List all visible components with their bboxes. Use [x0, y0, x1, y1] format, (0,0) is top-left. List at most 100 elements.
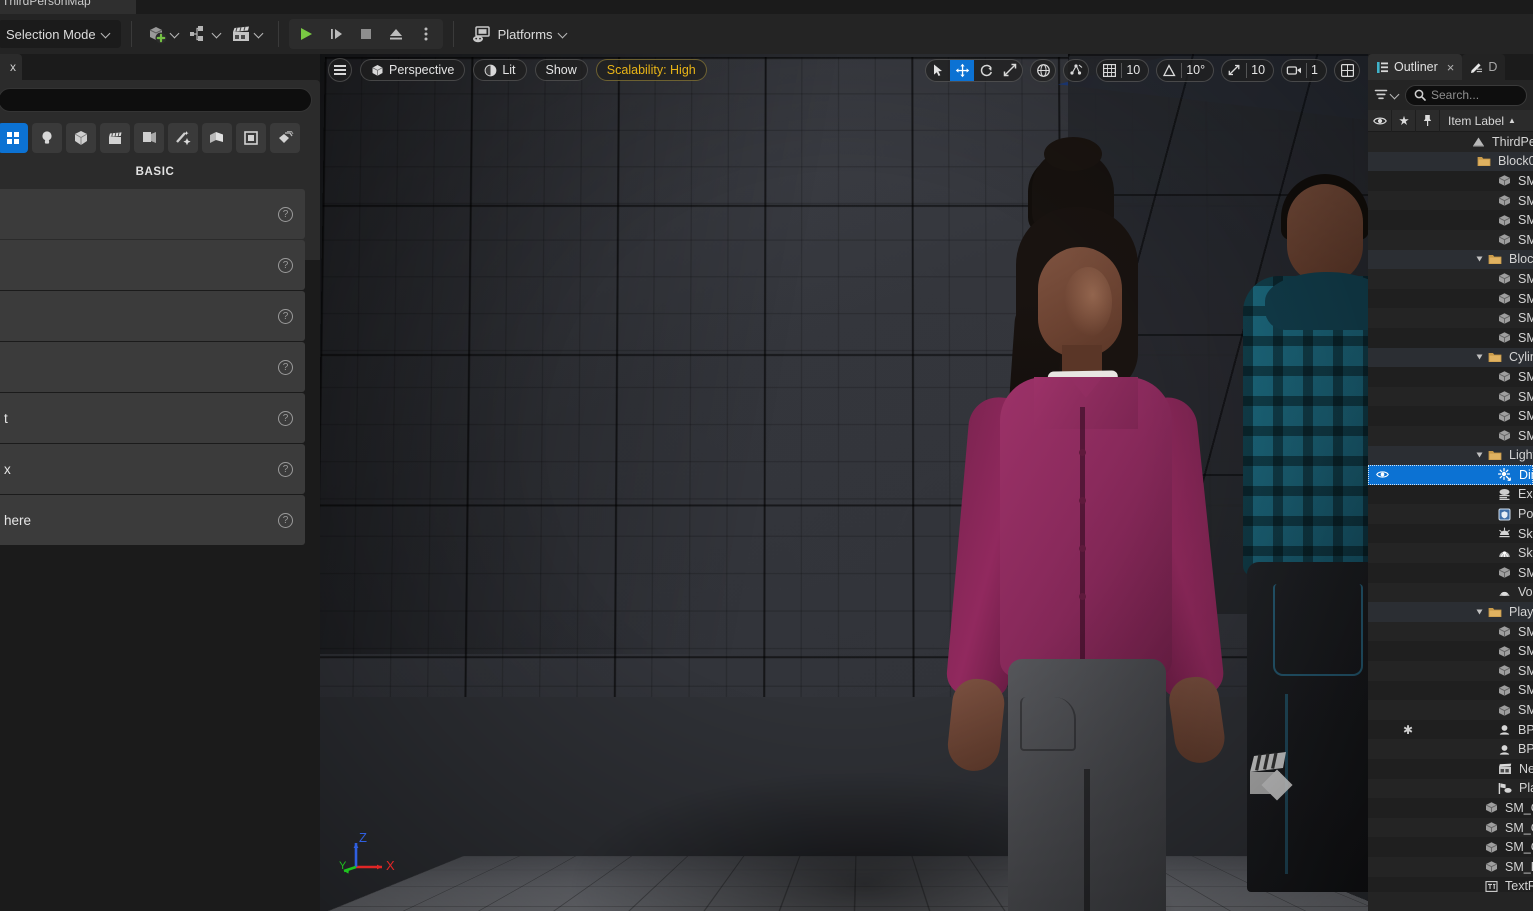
category-magic[interactable]: [168, 123, 198, 153]
outliner-row[interactable]: Pos: [1368, 504, 1533, 524]
show-menu-dropdown[interactable]: Show: [534, 59, 588, 81]
outliner-row[interactable]: SM_: [1368, 171, 1533, 191]
outliner-row[interactable]: SM_: [1368, 386, 1533, 407]
category-cinematic[interactable]: [100, 123, 130, 153]
outliner-filter-button[interactable]: [1374, 88, 1400, 102]
selection-mode-dropdown[interactable]: Selection Mode: [0, 20, 121, 48]
angle-snap-control[interactable]: 10°: [1156, 58, 1215, 82]
column-lock[interactable]: [1416, 109, 1440, 132]
play-options-button[interactable]: [411, 20, 441, 48]
platforms-button[interactable]: Platforms: [464, 20, 576, 48]
help-icon[interactable]: ?: [278, 308, 293, 324]
outliner-row[interactable]: SM_: [1368, 563, 1533, 583]
column-visibility[interactable]: [1368, 109, 1392, 132]
help-icon[interactable]: ?: [278, 359, 293, 375]
outliner-row[interactable]: SM_: [1368, 269, 1533, 289]
category-volumes[interactable]: [236, 123, 266, 153]
outliner-row[interactable]: SM_: [1368, 700, 1533, 720]
outliner-row[interactable]: ThirdPer: [1368, 132, 1533, 152]
column-pinned[interactable]: [1392, 109, 1416, 132]
outliner-row[interactable]: Player: [1368, 778, 1533, 799]
column-item-label[interactable]: Item Label ▲: [1440, 114, 1533, 128]
outliner-row[interactable]: Block0: [1368, 249, 1533, 270]
blueprints-button[interactable]: [184, 19, 226, 49]
outliner-row[interactable]: SM_: [1368, 367, 1533, 387]
outliner-row[interactable]: SM_: [1368, 621, 1533, 642]
row-pin-toggle[interactable]: ✱: [1396, 723, 1420, 737]
outliner-row[interactable]: SM_: [1368, 308, 1533, 328]
list-item[interactable]: ?: [0, 189, 305, 239]
tab-outliner[interactable]: Outliner ×: [1368, 54, 1463, 80]
outliner-row[interactable]: Exp: [1368, 485, 1533, 505]
outliner-row[interactable]: SM_: [1368, 328, 1533, 348]
category-visual-effects[interactable]: [134, 123, 164, 153]
outliner-row[interactable]: TextR: [1368, 877, 1533, 892]
help-icon[interactable]: ?: [278, 206, 293, 222]
tab-details[interactable]: D: [1462, 54, 1506, 80]
expand-arrow-icon[interactable]: [1476, 609, 1483, 615]
help-icon[interactable]: ?: [278, 257, 293, 273]
outliner-row[interactable]: Sky: [1368, 524, 1533, 544]
outliner-row[interactable]: SM_: [1368, 190, 1533, 211]
outliner-row[interactable]: Lightin: [1368, 445, 1533, 466]
outliner-row[interactable]: SM_: [1368, 210, 1533, 230]
viewport-layout-button[interactable]: [1334, 58, 1360, 82]
place-actors-tab[interactable]: x: [0, 54, 22, 80]
camera-speed-control[interactable]: 1: [1281, 58, 1327, 82]
expand-arrow-icon[interactable]: [1476, 354, 1483, 360]
category-all-classes-extra[interactable]: [270, 123, 300, 153]
coordinate-system-button[interactable]: [1030, 58, 1057, 82]
angle-snap-value[interactable]: 10°: [1182, 60, 1213, 81]
move-tool-button[interactable]: [950, 59, 975, 81]
level-tab[interactable]: ThirdPersonMap: [0, 0, 136, 14]
outliner-row[interactable]: SM_Cl: [1368, 817, 1533, 838]
help-icon[interactable]: ?: [278, 461, 293, 477]
expand-arrow-icon[interactable]: [1476, 452, 1483, 458]
outliner-search-input[interactable]: Search...: [1405, 84, 1527, 106]
viewport-menu-button[interactable]: [328, 58, 352, 82]
camera-speed-value[interactable]: 1: [1307, 60, 1326, 81]
outliner-row[interactable]: SM_: [1368, 289, 1533, 309]
outliner-row[interactable]: SM_: [1368, 229, 1533, 250]
outliner-row[interactable]: SM_: [1368, 681, 1533, 701]
view-mode-dropdown[interactable]: Lit: [473, 59, 527, 81]
grid-snap-control[interactable]: 10: [1096, 58, 1150, 82]
category-lights[interactable]: [32, 123, 62, 153]
camera-mode-dropdown[interactable]: Perspective: [360, 59, 466, 81]
select-tool-button[interactable]: [926, 60, 950, 81]
scale-snap-control[interactable]: 10: [1221, 58, 1275, 82]
outliner-row[interactable]: SM_: [1368, 661, 1533, 681]
outliner-row[interactable]: Cylind: [1368, 347, 1533, 368]
place-actors-search-input[interactable]: [0, 88, 312, 112]
category-all-classes[interactable]: [0, 123, 28, 153]
level-viewport[interactable]: Perspective Lit Show Scalability: High 1…: [320, 54, 1368, 911]
list-item[interactable]: x ?: [0, 444, 305, 494]
category-shapes[interactable]: [66, 123, 96, 153]
list-item[interactable]: ?: [0, 291, 305, 341]
play-button[interactable]: [291, 20, 321, 48]
outliner-row[interactable]: SM_Ra: [1368, 856, 1533, 877]
step-button[interactable]: [321, 20, 351, 48]
outliner-row[interactable]: Playgr: [1368, 602, 1533, 622]
cinematics-button[interactable]: [226, 19, 268, 49]
list-item[interactable]: here ?: [0, 495, 305, 545]
add-actor-button[interactable]: [142, 19, 184, 49]
outliner-row[interactable]: SM_: [1368, 641, 1533, 661]
list-item[interactable]: ?: [0, 342, 305, 392]
surface-snap-button[interactable]: [1063, 58, 1090, 82]
eject-button[interactable]: [381, 20, 411, 48]
outliner-row[interactable]: Sky: [1368, 543, 1533, 564]
outliner-row-selected[interactable]: Dire: [1368, 465, 1533, 485]
outliner-row[interactable]: Block0: [1368, 151, 1533, 172]
help-icon[interactable]: ?: [278, 410, 293, 426]
outliner-row[interactable]: ✱ BP_Ac: [1368, 720, 1533, 740]
stop-button[interactable]: [351, 20, 381, 48]
level-sequence-actor-icon[interactable]: [1240, 746, 1302, 808]
outliner-row[interactable]: NewLe: [1368, 759, 1533, 779]
expand-arrow-icon[interactable]: [1476, 256, 1483, 262]
scalability-button[interactable]: Scalability: High: [595, 59, 707, 81]
list-item[interactable]: t ?: [0, 393, 305, 443]
list-item[interactable]: ?: [0, 240, 305, 290]
outliner-row[interactable]: BP_Da: [1368, 739, 1533, 759]
outliner-row[interactable]: SM_: [1368, 425, 1533, 446]
